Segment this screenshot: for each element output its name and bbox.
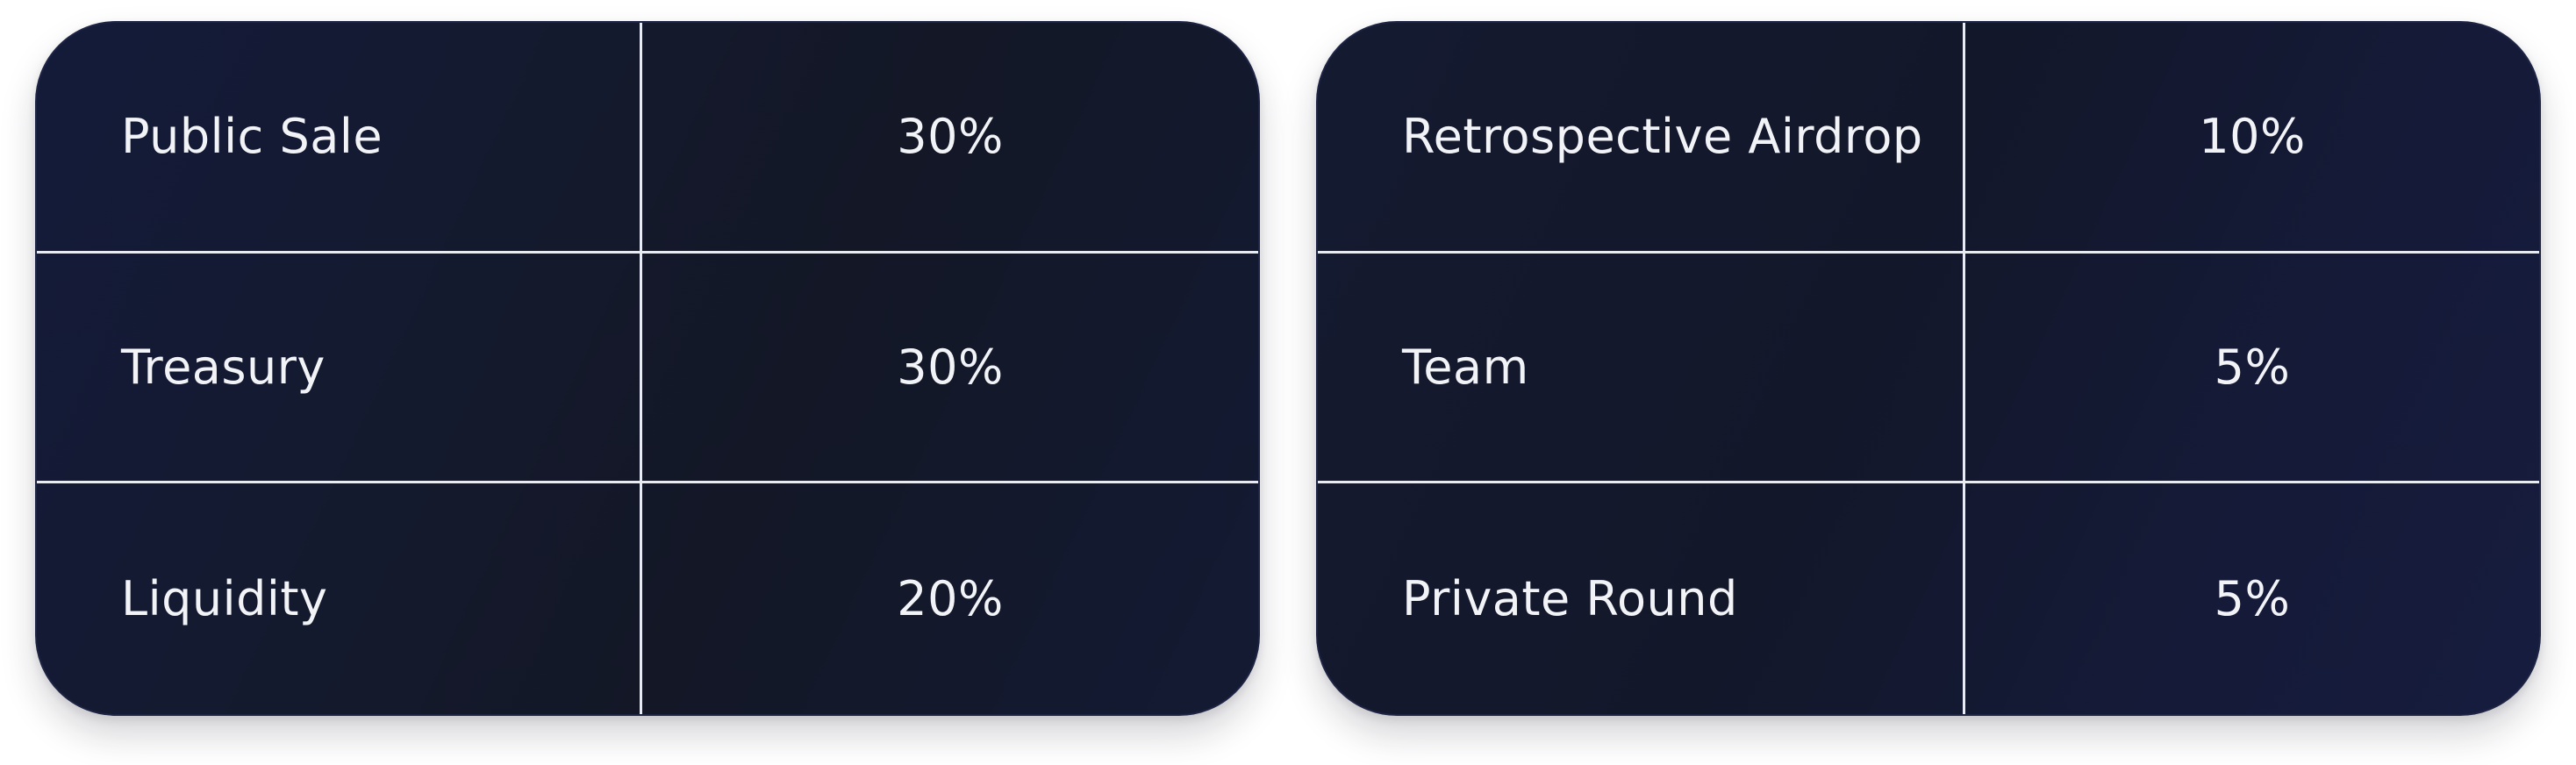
table-row-value: 20% [897, 571, 1004, 627]
table-row-label: Private Round [1318, 483, 1965, 714]
allocation-table-left: Public Sale 30% Treasury 30% Liquidity 2… [35, 21, 1260, 716]
table-row-label: Retrospective Airdrop [1318, 23, 1965, 254]
table-row-value: 10% [1965, 23, 2539, 254]
table-row-label: Liquidity [37, 483, 642, 714]
table-row-label: Team [1318, 253, 1965, 484]
table-row-value: 30% [642, 23, 1258, 254]
table-row-label: Treasury [37, 253, 642, 484]
allocation-table-right: Retrospective Airdrop 10% Team 5% Privat… [1316, 21, 2541, 716]
table-row-label: Public Sale [37, 23, 642, 254]
table-row-value: 5% [1965, 254, 2539, 484]
table-row-value: 30% [642, 254, 1258, 484]
table-row-value: 5% [2214, 571, 2291, 627]
